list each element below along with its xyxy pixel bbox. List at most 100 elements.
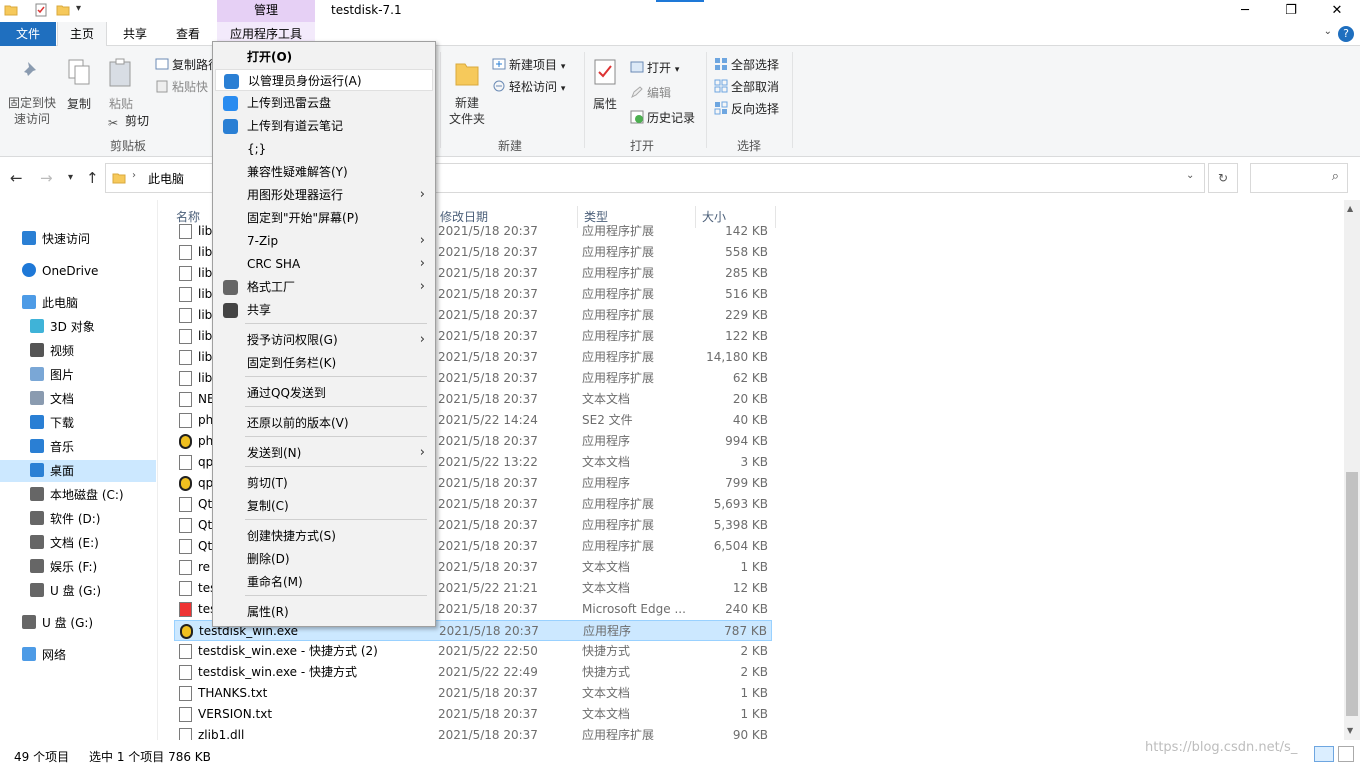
- file-row[interactable]: zlib1.dll 2021/5/18 20:37 应用程序扩展 90 KB: [174, 725, 772, 740]
- sidebar-item[interactable]: 快速访问: [22, 228, 90, 250]
- file-size: 90 KB: [732, 728, 768, 740]
- sidebar-item[interactable]: 网络: [22, 644, 66, 666]
- sidebar-item[interactable]: 图片: [30, 364, 74, 386]
- copy-button[interactable]: 复制: [62, 58, 96, 112]
- copy-path-button[interactable]: 复制路径: [155, 56, 220, 73]
- tab-view[interactable]: 查看: [165, 22, 211, 46]
- paste-button[interactable]: 粘贴: [104, 58, 138, 112]
- select-all-icon: [715, 58, 727, 70]
- search-input[interactable]: ⌕: [1250, 163, 1348, 193]
- invert-selection-label: 反向选择: [731, 102, 780, 116]
- scroll-up-icon[interactable]: ▲: [1347, 204, 1353, 213]
- ribbon-tab-bar: 文件 主页 共享 查看 应用程序工具 ⌄ ?: [0, 22, 1360, 46]
- context-menu-item[interactable]: 固定到"开始"屏幕(P): [215, 207, 433, 229]
- close-button[interactable]: ✕: [1314, 0, 1360, 22]
- context-menu-item[interactable]: 上传到有道云笔记: [215, 115, 433, 137]
- pin-quick-access-button[interactable]: 固定到快速访问: [6, 58, 58, 127]
- context-menu-item[interactable]: 重命名(M): [215, 571, 433, 593]
- properties-button[interactable]: 属性: [590, 58, 620, 112]
- tab-home[interactable]: 主页: [57, 22, 107, 46]
- refresh-button[interactable]: ↻: [1208, 163, 1238, 193]
- context-menu-item[interactable]: 7-Zip ›: [215, 230, 433, 252]
- new-folder-button[interactable]: 新建 文件夹: [446, 58, 488, 127]
- sidebar-item[interactable]: 软件 (D:): [30, 508, 100, 530]
- context-menu-item[interactable]: 还原以前的版本(V): [215, 412, 433, 434]
- sidebar-item[interactable]: 文档 (E:): [30, 532, 99, 554]
- file-date: 2021/5/18 20:37: [438, 224, 538, 238]
- properties-quick-icon[interactable]: [34, 3, 48, 17]
- details-view-icon[interactable]: [1314, 746, 1334, 762]
- sidebar-item[interactable]: 下载: [30, 412, 74, 434]
- sidebar-item-label: 下载: [50, 416, 75, 430]
- context-menu-item[interactable]: 共享: [215, 299, 433, 321]
- sidebar-item[interactable]: OneDrive: [22, 260, 98, 282]
- file-row[interactable]: VERSION.txt 2021/5/18 20:37 文本文档 1 KB: [174, 704, 772, 725]
- sidebar-item[interactable]: 3D 对象: [30, 316, 95, 338]
- context-menu-item[interactable]: 以管理员身份运行(A): [215, 69, 433, 91]
- context-menu-item[interactable]: 上传到迅雷云盘: [215, 92, 433, 114]
- ribbon-collapse-icon[interactable]: ⌄: [1324, 26, 1332, 37]
- file-date: 2021/5/22 14:24: [438, 413, 538, 427]
- sidebar-item[interactable]: 音乐: [30, 436, 74, 458]
- select-none-label: 全部取消: [731, 80, 780, 94]
- sidebar-item[interactable]: 此电脑: [22, 292, 78, 314]
- history-button[interactable]: 历史记录: [630, 109, 695, 126]
- vertical-scrollbar[interactable]: ▲ ▼: [1344, 200, 1360, 740]
- help-icon[interactable]: ?: [1338, 26, 1354, 42]
- context-menu-item[interactable]: 授予访问权限(G) ›: [215, 329, 433, 351]
- file-row[interactable]: THANKS.txt 2021/5/18 20:37 文本文档 1 KB: [174, 683, 772, 704]
- sidebar-item[interactable]: 娱乐 (F:): [30, 556, 97, 578]
- paste-shortcut-button[interactable]: 粘贴快: [155, 78, 208, 95]
- large-icons-view-icon[interactable]: [1338, 746, 1354, 762]
- minimize-button[interactable]: ─: [1222, 0, 1268, 22]
- new-item-button[interactable]: 新建项目 ▾: [492, 56, 565, 73]
- context-menu-item[interactable]: 发送到(N) ›: [215, 442, 433, 464]
- sidebar-item[interactable]: U 盘 (G:): [22, 612, 93, 634]
- sidebar-item[interactable]: 视频: [30, 340, 74, 362]
- scrollbar-thumb[interactable]: [1346, 472, 1358, 716]
- file-size: 40 KB: [732, 413, 768, 427]
- context-menu-item[interactable]: 格式工厂 ›: [215, 276, 433, 298]
- breadcrumb-this-pc[interactable]: 此电脑: [148, 170, 184, 187]
- context-menu-item[interactable]: 复制(C): [215, 495, 433, 517]
- cut-button[interactable]: ✂ 剪切: [108, 112, 149, 130]
- new-folder-quick-icon[interactable]: [56, 3, 70, 17]
- context-menu-item[interactable]: 兼容性疑难解答(Y): [215, 161, 433, 183]
- edit-button[interactable]: 编辑: [630, 84, 671, 101]
- sidebar-item[interactable]: 文档: [30, 388, 74, 410]
- context-menu-item[interactable]: 剪切(T): [215, 472, 433, 494]
- file-row[interactable]: testdisk_win.exe - 快捷方式 (2) 2021/5/22 22:…: [174, 641, 772, 662]
- sidebar-item-label: 文档: [50, 392, 75, 406]
- open-button[interactable]: 打开 ▾: [630, 59, 679, 76]
- select-none-button[interactable]: 全部取消: [714, 78, 779, 95]
- sidebar-item[interactable]: 本地磁盘 (C:): [30, 484, 124, 506]
- address-dropdown-icon[interactable]: ⌄: [1186, 170, 1194, 181]
- maximize-button[interactable]: ❐: [1268, 0, 1314, 22]
- quick-access-dropdown-icon[interactable]: ▾: [76, 3, 81, 14]
- context-menu-item[interactable]: {;}: [215, 138, 433, 160]
- context-menu-item[interactable]: 固定到任务栏(K): [215, 352, 433, 374]
- context-menu-item[interactable]: 通过QQ发送到: [215, 382, 433, 404]
- tab-file[interactable]: 文件: [0, 22, 56, 46]
- back-arrow-icon[interactable]: ←: [10, 169, 23, 187]
- select-all-button[interactable]: 全部选择: [714, 56, 779, 73]
- scroll-down-icon[interactable]: ▼: [1347, 726, 1353, 735]
- invert-selection-button[interactable]: 反向选择: [714, 100, 779, 117]
- file-size: 5,398 KB: [713, 518, 768, 532]
- context-menu-item[interactable]: 属性(R): [215, 601, 433, 623]
- recent-locations-icon[interactable]: ▾: [68, 172, 73, 183]
- sidebar-item[interactable]: U 盘 (G:): [30, 580, 101, 602]
- file-row[interactable]: testdisk_win.exe - 快捷方式 2021/5/22 22:49 快捷…: [174, 662, 772, 683]
- context-menu-item[interactable]: CRC SHA ›: [215, 253, 433, 275]
- context-menu-item[interactable]: 打开(O): [215, 46, 433, 68]
- context-menu-item[interactable]: 创建快捷方式(S): [215, 525, 433, 547]
- context-menu-item[interactable]: 删除(D): [215, 548, 433, 570]
- easy-access-button[interactable]: 轻松访问 ▾: [492, 78, 565, 95]
- forward-arrow-icon[interactable]: →: [40, 169, 53, 187]
- up-arrow-icon[interactable]: ↑: [86, 169, 99, 187]
- sidebar-item[interactable]: 桌面: [0, 460, 156, 482]
- file-size: 20 KB: [732, 392, 768, 406]
- tab-share[interactable]: 共享: [112, 22, 158, 46]
- context-menu-item[interactable]: 用图形处理器运行 ›: [215, 184, 433, 206]
- folder-icon[interactable]: [4, 3, 18, 17]
